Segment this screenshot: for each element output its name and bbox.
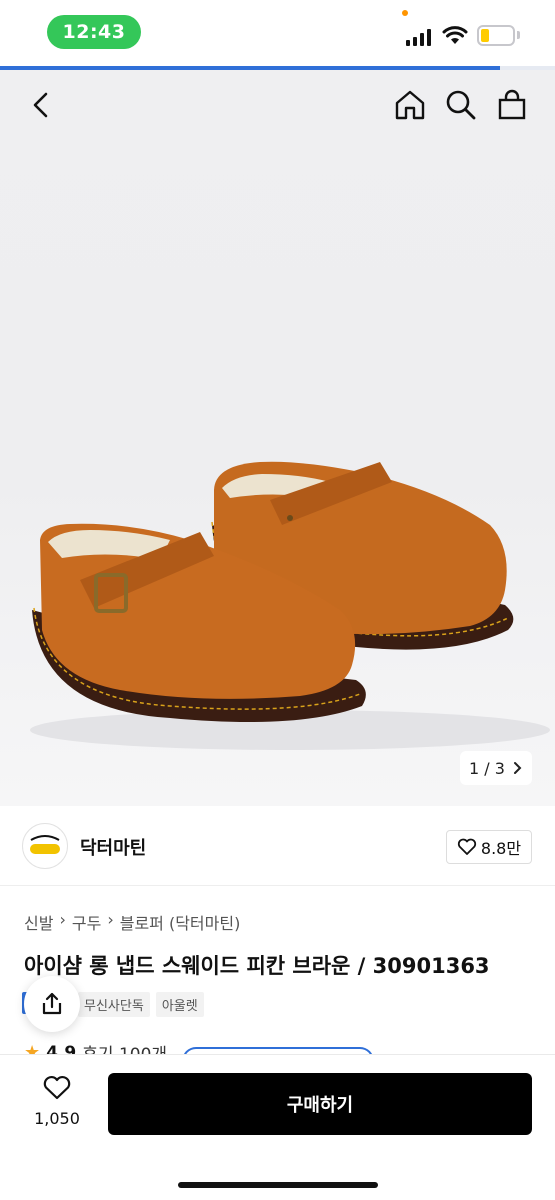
star-icon: ★ [24, 1042, 41, 1054]
status-time: 12:43 [47, 15, 141, 49]
breadcrumb-item[interactable]: 구두 [72, 910, 101, 934]
product-tags: 무신사단독 아울렛 [78, 992, 204, 1017]
tag-outlet: 아울렛 [155, 992, 204, 1017]
privacy-indicator-dot [402, 10, 408, 16]
rating-score: 4.9 [46, 1042, 77, 1055]
breadcrumb-separator: › [107, 910, 114, 929]
share-button[interactable] [24, 976, 80, 1032]
cellular-signal-icon [406, 29, 431, 46]
brand-logo[interactable] [22, 823, 68, 869]
heart-icon [43, 1076, 71, 1100]
gallery-current: 1 [469, 758, 480, 778]
wishlist-count: 1,050 [34, 1109, 80, 1128]
product-title: 아이샴 롱 냅드 스웨이드 피칸 브라운 / 30901363 [24, 954, 490, 978]
home-indicator [178, 1182, 378, 1188]
product-image-gallery[interactable]: 1 / 3 [0, 70, 555, 806]
battery-icon [477, 25, 515, 46]
bottom-action-bar: 1,050 구매하기 [0, 1054, 555, 1200]
chevron-right-icon [513, 762, 522, 774]
buy-button[interactable]: 구매하기 [108, 1073, 532, 1135]
breadcrumb-item[interactable]: 블로퍼 (닥터마틴) [120, 910, 241, 934]
breadcrumb-separator: › [59, 910, 66, 929]
tag-exclusive: 무신사단독 [78, 992, 150, 1017]
brand-row[interactable]: 닥터마틴 8.8만 [0, 806, 555, 886]
heart-icon [457, 838, 477, 855]
brand-like-button[interactable]: 8.8만 [446, 830, 532, 864]
wishlist-button[interactable]: 1,050 [22, 1075, 92, 1128]
gallery-total: 3 [494, 758, 505, 778]
breadcrumb-item[interactable]: 신발 [24, 910, 53, 934]
brand-like-count: 8.8만 [480, 839, 522, 858]
review-count[interactable]: 후기 100개 [82, 1040, 167, 1054]
product-photo [30, 461, 550, 750]
status-bar: 12:43 [0, 0, 555, 66]
brand-name[interactable]: 닥터마틴 [80, 834, 146, 860]
share-icon [42, 992, 62, 1015]
brand-logo-image [30, 835, 60, 854]
gallery-counter[interactable]: 1 / 3 [460, 751, 532, 785]
gallery-separator: / [484, 758, 490, 778]
breadcrumb: 신발 › 구두 › 블로퍼 (닥터마틴) [24, 910, 240, 934]
wifi-icon [442, 26, 468, 44]
